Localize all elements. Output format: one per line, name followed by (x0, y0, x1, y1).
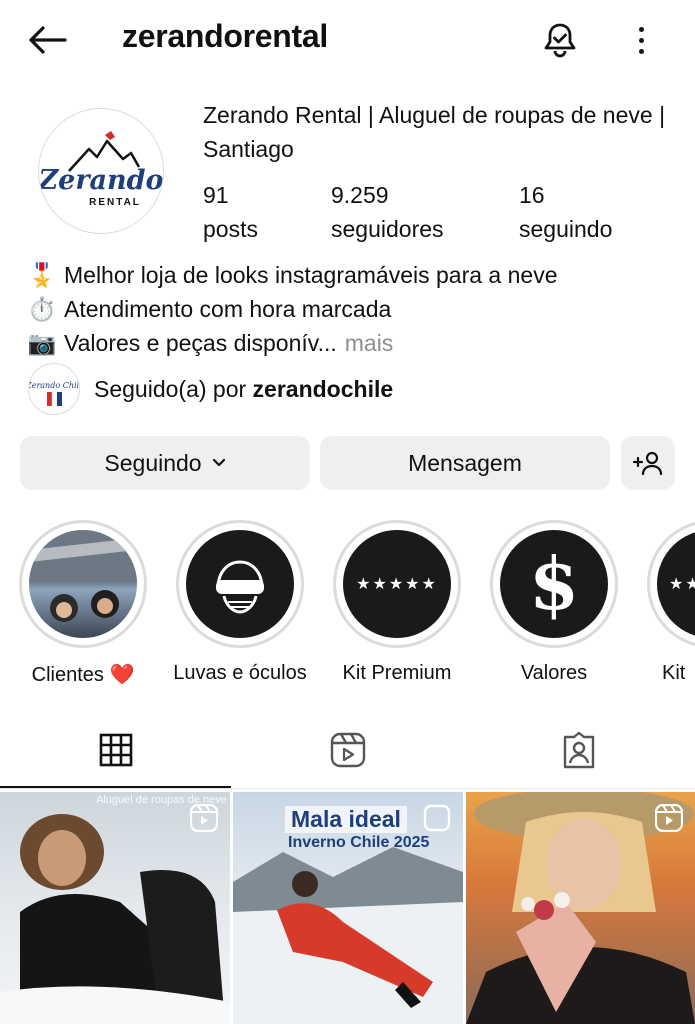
highlight-label: Valores (520, 662, 588, 684)
bio-more-link[interactable]: mais (345, 326, 394, 360)
highlight-luvas-oculos[interactable]: Luvas e óculos (165, 520, 315, 685)
highlight-ring: $ (490, 520, 618, 648)
stat-following[interactable]: 16 seguindo (519, 178, 612, 246)
notification-bell-icon[interactable] (540, 20, 580, 60)
profile-bio: 🎖️ Melhor loja de looks instagramáveis p… (28, 258, 678, 360)
post-title: Mala ideal (285, 806, 407, 833)
stat-posts-count: 91 (203, 182, 229, 208)
dollar-icon: $ (500, 530, 608, 638)
tabs-divider (0, 788, 695, 789)
profile-full-name: Zerando Rental | Aluguel de roupas de ne… (203, 102, 666, 162)
bio-line: ⏱️ Atendimento com hora marcada (28, 292, 678, 326)
grid-post[interactable] (466, 792, 695, 1024)
post-subtitle: Inverno Chile 2025 (288, 834, 430, 851)
stars-icon: ★★★★★ (343, 530, 451, 638)
followed-by-prefix: Seguido(a) por (94, 375, 247, 402)
followed-by-text: Seguido(a) por zerandochile (94, 376, 393, 403)
avatar-logo-subtext: RENTAL (89, 197, 141, 208)
tab-reels[interactable] (232, 712, 463, 788)
top-bar: zerandorental (0, 0, 695, 80)
reel-badge-icon (190, 804, 218, 832)
follower-avatar: Zerando Chile (28, 363, 80, 415)
bio-text: Valores e peças disponív... (64, 330, 337, 356)
reels-icon (330, 732, 365, 768)
highlight-label: Luvas e óculos (173, 662, 307, 684)
grid-post[interactable]: Aluguel de roupas de neve (0, 792, 230, 1024)
highlight-ring: ★★ (647, 520, 695, 648)
highlight-ring (19, 520, 147, 648)
highlight-kit[interactable]: ★★ Kit (636, 520, 695, 685)
followed-by[interactable]: Zerando Chile Seguido(a) por zerandochil… (28, 363, 393, 415)
camera-icon: 📷 (27, 330, 57, 356)
tagged-user-icon (563, 731, 594, 769)
highlight-kit-premium[interactable]: ★★★★★ Kit Premium (322, 520, 472, 685)
followed-by-username[interactable]: zerandochile (253, 376, 394, 402)
highlight-label: Kit Premium (342, 662, 452, 684)
avatar-logo-text: Zerando (39, 165, 164, 196)
chevron-down-icon (212, 458, 225, 467)
medal-icon: 🎖️ (27, 262, 57, 288)
highlight-label: Kit (662, 662, 686, 684)
reel-badge-icon (423, 804, 451, 832)
grid-icon (99, 733, 132, 767)
highlight-ring: ★★★★★ (333, 520, 461, 648)
stat-posts[interactable]: 91 posts (203, 178, 258, 246)
post-grid: Aluguel de roupas de neve Mala ideal Inv… (0, 792, 695, 1024)
add-user-button[interactable] (621, 436, 675, 490)
stars-text: ★★ (669, 576, 695, 593)
profile-tabs (0, 712, 695, 790)
add-user-icon (632, 451, 663, 476)
stopwatch-icon: ⏱️ (27, 296, 57, 322)
profile-avatar[interactable]: Zerando RENTAL (38, 108, 164, 234)
back-arrow-icon[interactable] (26, 22, 68, 58)
stat-followers-label: seguidores (331, 216, 444, 242)
following-button[interactable]: Seguindo (20, 436, 310, 490)
highlight-ring (176, 520, 304, 648)
tab-grid[interactable] (0, 712, 231, 788)
profile-username: zerandorental (122, 18, 328, 54)
highlight-valores[interactable]: $ Valores (479, 520, 629, 685)
stat-following-label: seguindo (519, 216, 613, 242)
highlight-photo (29, 530, 137, 638)
bio-line: 🎖️ Melhor loja de looks instagramáveis p… (28, 258, 678, 292)
bio-text: Melhor loja de looks instagramáveis para… (64, 262, 558, 288)
reel-badge-icon (655, 804, 683, 832)
highlight-label: Clientes ❤️ (31, 664, 135, 686)
stat-posts-label: posts (203, 216, 258, 242)
stat-following-count: 16 (519, 182, 545, 208)
following-button-label: Seguindo (104, 449, 202, 476)
more-options-icon[interactable] (626, 20, 656, 60)
grid-post[interactable]: Mala ideal Inverno Chile 2025 (233, 792, 463, 1024)
message-button[interactable]: Mensagem (320, 436, 610, 490)
message-button-label: Mensagem (408, 449, 522, 476)
follower-avatar-text: Zerando Chile (29, 381, 80, 390)
dollar-symbol: $ (528, 541, 580, 626)
stars-icon: ★★ (657, 530, 695, 638)
bio-text: Atendimento com hora marcada (64, 296, 392, 322)
bio-line: 📷 Valores e peças disponív... mais (28, 326, 678, 360)
story-highlights: Clientes ❤️ Luvas e óculos ★★★★★ Kit Pre… (0, 520, 695, 690)
tab-tagged[interactable] (463, 712, 694, 788)
helmet-icon (186, 530, 294, 638)
stat-followers[interactable]: 9.259 seguidores (331, 178, 444, 246)
highlight-clientes[interactable]: Clientes ❤️ (8, 520, 158, 687)
stat-followers-count: 9.259 (331, 182, 389, 208)
stars-text: ★★★★★ (356, 576, 438, 593)
